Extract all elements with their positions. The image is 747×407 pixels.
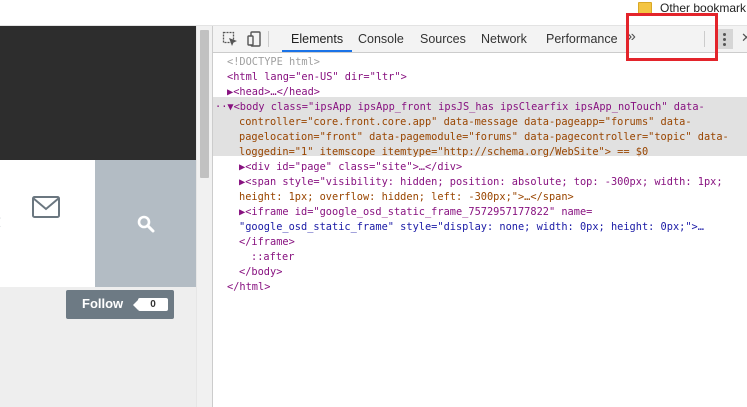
menu-dot	[723, 43, 726, 46]
tab-performance[interactable]: Performance	[537, 26, 627, 52]
dom-node-html[interactable]: <html lang="en-US" dir="ltr">	[227, 70, 407, 85]
dom-node-body-attrs: pagelocation="front" data-pagemodule="fo…	[239, 131, 729, 143]
dom-node-iframe-attrs: "google_osd_static_frame" style="display…	[239, 221, 704, 233]
dom-node-body-close[interactable]: </body>	[239, 265, 282, 280]
dom-node-doctype[interactable]: <!DOCTYPE html>	[227, 55, 320, 70]
dom-node-span[interactable]: ▶<span style="visibility: hidden; positi…	[239, 175, 723, 190]
elements-dom-tree[interactable]: <!DOCTYPE html> <html lang="en-US" dir="…	[213, 53, 747, 407]
envelope-icon[interactable]	[32, 196, 60, 218]
page-scroll-thumb[interactable]	[200, 30, 209, 178]
dom-node-html-close[interactable]: </html>	[227, 280, 270, 295]
site-header	[0, 26, 196, 160]
follow-button[interactable]: Follow 0	[66, 290, 174, 319]
dom-node-after-pseudo[interactable]: ::after	[251, 250, 294, 265]
follower-count-badge: 0	[133, 298, 168, 311]
dom-node-body-attrs: controller="core.front.core.app" data-me…	[239, 116, 692, 128]
search-button[interactable]	[95, 160, 196, 287]
page-scrollbar[interactable]	[196, 26, 213, 407]
follow-label: Follow	[82, 296, 124, 311]
menu-dot	[723, 33, 726, 36]
dom-node-div-page[interactable]: ▶<div id="page" class="site">…</div>	[239, 160, 462, 175]
dom-node-body-attrs: loggedin="1" itemscope itemtype="http://…	[239, 146, 649, 158]
devtools-panel: Elements Console Sources Network Perform…	[213, 26, 747, 407]
tab-console[interactable]: Console	[349, 26, 413, 52]
device-toolbar-icon[interactable]	[247, 31, 263, 47]
dom-node-head[interactable]: ▶<head>…</head>	[227, 85, 320, 100]
toolbar-separator	[268, 31, 269, 47]
highlight-box	[626, 13, 718, 61]
dom-node-iframe[interactable]: ▶<iframe id="google_osd_static_frame_757…	[239, 205, 592, 220]
chevron-left-icon[interactable]: ‹	[0, 208, 1, 234]
site-icon-bar: ‹	[0, 160, 196, 287]
dom-node-body[interactable]: ··▼<body class="ipsApp ipsApp_front ipsJ…	[215, 100, 705, 115]
tab-sources[interactable]: Sources	[411, 26, 475, 52]
inspect-element-icon[interactable]	[222, 31, 238, 47]
dom-node-span-attrs: height: 1px; overflow: hidden; left: -30…	[239, 191, 574, 203]
website-viewport: ‹ Follow 0	[0, 26, 196, 407]
search-icon	[137, 215, 154, 232]
close-devtools-icon[interactable]: ✕	[741, 30, 747, 46]
tab-network[interactable]: Network	[472, 26, 536, 52]
menu-dot	[723, 38, 726, 41]
dom-node-iframe-close[interactable]: </iframe>	[239, 235, 295, 250]
tab-elements[interactable]: Elements	[282, 26, 353, 52]
